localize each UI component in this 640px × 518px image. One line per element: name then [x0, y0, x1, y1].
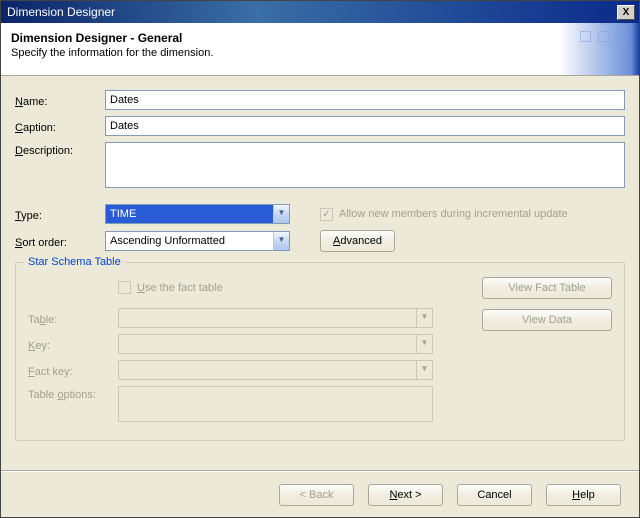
fact-key-value: [119, 361, 416, 379]
key-select: ▼: [118, 334, 433, 354]
content-area: Name: Caption: Description: Type: TIME ▼…: [1, 76, 639, 449]
close-icon[interactable]: X: [617, 5, 635, 20]
key-label: Key:: [28, 337, 118, 352]
sort-order-value: Ascending Unformatted: [106, 232, 273, 250]
star-schema-group: Star Schema Table View Fact Table View D…: [15, 262, 625, 441]
view-fact-table-button: View Fact Table: [482, 277, 612, 299]
header-band: Dimension Designer - General Specify the…: [1, 23, 639, 75]
key-value: [119, 335, 416, 353]
next-button[interactable]: Next >: [368, 484, 443, 506]
checkbox-icon: [118, 281, 131, 294]
sort-order-select[interactable]: Ascending Unformatted ▼: [105, 231, 290, 251]
table-options-input: [118, 386, 433, 422]
type-value: TIME: [106, 205, 273, 223]
description-label: Description:: [15, 142, 105, 157]
caption-input[interactable]: [105, 116, 625, 136]
chevron-down-icon: ▼: [416, 361, 432, 379]
name-input[interactable]: [105, 90, 625, 110]
chevron-down-icon[interactable]: ▼: [273, 232, 289, 250]
back-button: < Back: [279, 484, 354, 506]
type-label: Type:: [15, 207, 105, 222]
name-label: Name:: [15, 93, 105, 108]
allow-new-members-label: Allow new members during incremental upd…: [339, 208, 568, 220]
allow-new-members-checkbox: ✓ Allow new members during incremental u…: [320, 208, 568, 221]
help-button[interactable]: Help: [546, 484, 621, 506]
wizard-footer: < Back Next > Cancel Help: [1, 471, 639, 517]
cancel-button[interactable]: Cancel: [457, 484, 532, 506]
window-title: Dimension Designer: [7, 5, 617, 19]
view-data-button: View Data: [482, 309, 612, 331]
table-value: [119, 309, 416, 327]
sort-order-label: Sort order:: [15, 234, 105, 249]
group-title: Star Schema Table: [24, 256, 125, 268]
page-title: Dimension Designer - General: [11, 31, 629, 45]
use-fact-spacer: [28, 286, 118, 289]
table-label: Table:: [28, 311, 118, 326]
chevron-down-icon[interactable]: ▼: [273, 205, 289, 223]
title-bar: Dimension Designer X: [1, 1, 639, 23]
fact-key-select: ▼: [118, 360, 433, 380]
advanced-button[interactable]: Advanced: [320, 230, 395, 252]
fact-key-label: Fact key:: [28, 363, 118, 378]
use-fact-table-checkbox: Use the fact table: [118, 281, 223, 294]
caption-label: Caption:: [15, 119, 105, 134]
chevron-down-icon: ▼: [416, 309, 432, 327]
type-select[interactable]: TIME ▼: [105, 204, 290, 224]
table-options-label: Table options:: [28, 386, 118, 401]
checkbox-icon: ✓: [320, 208, 333, 221]
table-select: ▼: [118, 308, 433, 328]
description-input[interactable]: [105, 142, 625, 188]
chevron-down-icon: ▼: [416, 335, 432, 353]
header-decoration: [559, 23, 639, 75]
page-subtitle: Specify the information for the dimensio…: [11, 47, 629, 59]
